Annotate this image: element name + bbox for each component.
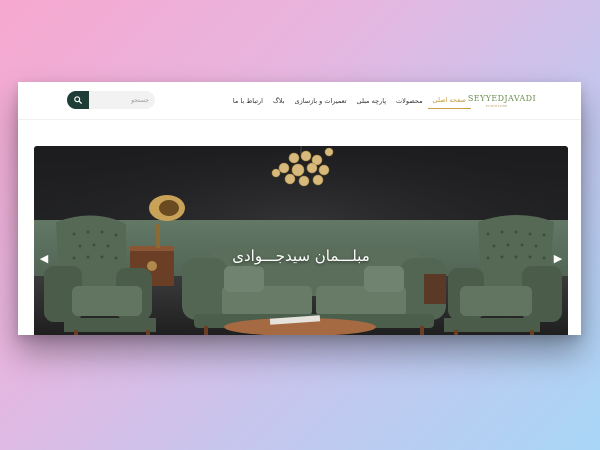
- hero-title: مبلـــمان سیدجـــوادی: [232, 247, 370, 265]
- hero-image: [34, 146, 568, 335]
- slider-prev-button[interactable]: ◀: [38, 252, 50, 266]
- browser-window: SEYYEDJAVADI FURNITURE صفحه اصلی محصولات…: [18, 82, 581, 335]
- search-icon: [74, 96, 82, 104]
- nav-item-fabric[interactable]: پارچه مبلی: [352, 93, 392, 109]
- logo-subtext: FURNITURE: [485, 104, 508, 108]
- chevron-right-icon: ▶: [553, 252, 563, 265]
- search-box: [67, 91, 157, 109]
- nav-item-home[interactable]: صفحه اصلی: [427, 92, 471, 109]
- nav-item-contact[interactable]: ارتباط با ما: [228, 93, 268, 109]
- site-header: SEYYEDJAVADI FURNITURE صفحه اصلی محصولات…: [18, 82, 581, 120]
- nav-item-blog[interactable]: بلاگ: [268, 93, 290, 109]
- chevron-left-icon: ◀: [39, 252, 49, 265]
- slider-next-button[interactable]: ▶: [552, 252, 564, 266]
- search-button[interactable]: [67, 91, 89, 109]
- search-input[interactable]: [89, 91, 155, 109]
- nav-item-products[interactable]: محصولات: [391, 93, 428, 109]
- hero-slider[interactable]: مبلـــمان سیدجـــوادی ◀ ▶: [34, 146, 568, 335]
- site-logo[interactable]: SEYYEDJAVADI FURNITURE: [467, 94, 536, 108]
- logo-text: SEYYEDJAVADI: [467, 94, 536, 103]
- nav-item-repairs[interactable]: تعمیرات و بازسازی: [290, 93, 352, 109]
- main-nav: صفحه اصلی محصولات پارچه مبلی تعمیرات و ب…: [228, 92, 471, 109]
